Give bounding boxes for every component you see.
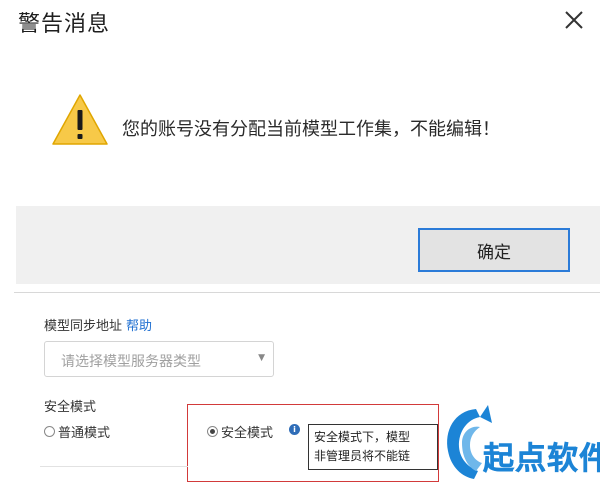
radio-safe-label: 安全模式 [221, 426, 274, 441]
safe-mode-label: 安全模式 [44, 400, 97, 415]
safe-mode-tooltip: 安全模式下，模型 非管理员将不能链 [308, 424, 438, 470]
alert-dialog: 警告消息 您的账号没有分配当前模型工作集，不能编辑！ 确定 [0, 0, 600, 284]
ok-button[interactable]: 确定 [418, 228, 570, 272]
help-link[interactable]: 帮助 [126, 319, 152, 334]
radio-normal-label: 普通模式 [58, 426, 111, 441]
section-divider [0, 284, 600, 298]
server-type-placeholder: 请选择模型服务器类型 [61, 354, 201, 370]
close-icon [565, 11, 583, 29]
radio-safe-indicator[interactable] [207, 426, 218, 437]
radio-normal-mode[interactable]: 普通模式 [44, 422, 110, 441]
dialog-message: 您的账号没有分配当前模型工作集，不能编辑！ [122, 119, 500, 140]
warning-triangle-icon [52, 94, 108, 145]
close-button[interactable] [560, 6, 588, 34]
divider-line [14, 292, 600, 293]
divider-line [40, 466, 188, 467]
radio-normal-indicator[interactable] [44, 426, 55, 437]
dialog-title: 警告消息 [18, 12, 111, 37]
watermark-text: 起点软件 [483, 441, 600, 478]
sync-address-label: 模型同步地址 帮助 [44, 315, 152, 334]
radio-safe-mode[interactable]: 安全模式 [207, 422, 273, 441]
tooltip-line-1: 安全模式下，模型 [314, 430, 411, 444]
chevron-down-icon: ▼ [258, 353, 265, 363]
server-type-select[interactable]: 请选择模型服务器类型 ▼ [44, 341, 274, 377]
tooltip-line-2: 非管理员将不能链 [314, 449, 411, 463]
info-icon[interactable]: i [289, 424, 300, 435]
sync-address-text: 模型同步地址 [44, 319, 123, 334]
